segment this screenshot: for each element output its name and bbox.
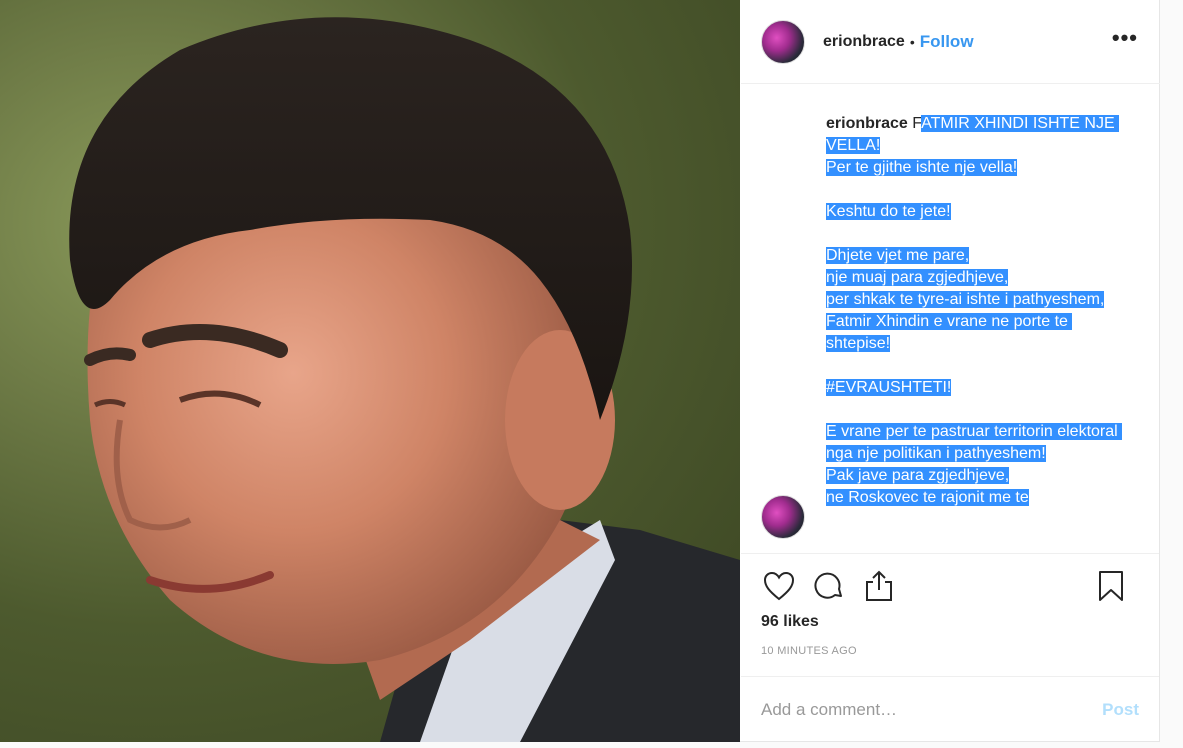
- post-photo[interactable]: [0, 0, 740, 742]
- share-button[interactable]: [859, 566, 899, 606]
- instagram-post: erionbrace • Follow ••• erionbrace FATMI…: [0, 0, 1160, 742]
- caption-area: erionbrace FATMIR XHINDI ISHTE NJE VELLA…: [741, 85, 1159, 553]
- more-options-icon[interactable]: •••: [1112, 27, 1138, 49]
- like-button[interactable]: [759, 566, 799, 606]
- caption-avatar[interactable]: [761, 495, 805, 539]
- likes-count[interactable]: 96 likes: [761, 613, 819, 631]
- post-timestamp[interactable]: 10 MINUTES AGO: [761, 645, 857, 657]
- post-header: erionbrace • Follow •••: [741, 0, 1160, 84]
- comment-icon: [814, 572, 842, 599]
- post-sidebar: erionbrace • Follow ••• erionbrace FATMI…: [741, 0, 1160, 742]
- save-button[interactable]: [1091, 566, 1131, 606]
- comment-button[interactable]: [809, 566, 849, 606]
- caption-username[interactable]: erionbrace: [826, 115, 908, 132]
- comment-input[interactable]: [761, 699, 1103, 720]
- share-icon: [866, 570, 892, 601]
- comment-bar: Post: [741, 676, 1159, 742]
- bookmark-icon: [1099, 571, 1123, 601]
- heart-icon: [763, 571, 795, 600]
- post-comment-button[interactable]: Post: [1102, 700, 1139, 720]
- avatar[interactable]: [761, 19, 805, 64]
- follow-button[interactable]: Follow: [920, 32, 974, 52]
- portrait-image: [69, 17, 740, 742]
- caption-selected-text: ATMIR XHINDI ISHTE NJE VELLA! Per te gji…: [826, 115, 1123, 506]
- header-username[interactable]: erionbrace: [823, 33, 905, 51]
- action-bar: [741, 553, 1159, 617]
- separator-dot: •: [909, 33, 915, 50]
- caption-text[interactable]: erionbrace FATMIR XHINDI ISHTE NJE VELLA…: [826, 113, 1136, 509]
- caption-first-letter: F: [912, 115, 922, 132]
